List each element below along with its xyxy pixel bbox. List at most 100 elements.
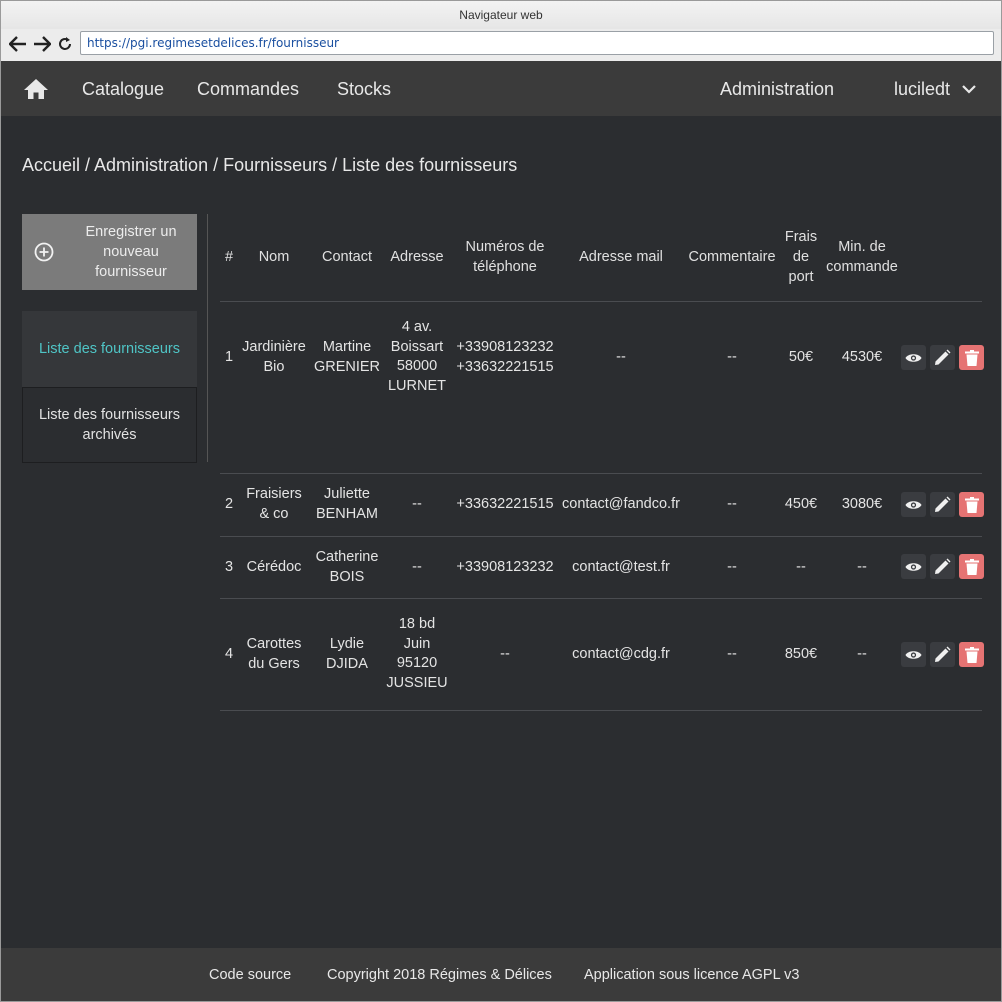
cell-mail: contact@test.fr [572, 559, 670, 575]
cell-telephone: -- [500, 646, 510, 662]
edit-button[interactable] [930, 492, 955, 517]
cell-commentaire: -- [727, 559, 737, 575]
chevron-down-icon [962, 85, 976, 94]
cell-mail: -- [616, 349, 626, 365]
header-adresse: Adresse [390, 249, 444, 265]
view-button[interactable] [901, 345, 926, 370]
footer-source-link[interactable]: Code source [209, 948, 291, 1002]
cell-mail: contact@cdg.fr [572, 646, 670, 662]
cell-nom: Cérédoc [246, 559, 302, 575]
pencil-icon [935, 558, 951, 574]
pencil-icon [935, 349, 951, 365]
cell-min: 3080€ [841, 496, 883, 512]
address-bar-row: https://pgi.regimesetdelices.fr/fourniss… [1, 29, 1001, 61]
header-commentaire: Commentaire [688, 249, 776, 265]
footer: Code source Copyright 2018 Régimes & Dél… [1, 948, 1001, 1001]
cell-adresse: 18 bd Juin 95120 JUSSIEU [386, 616, 448, 691]
nav-stocks[interactable]: Stocks [337, 61, 391, 116]
back-arrow-icon[interactable] [7, 33, 29, 55]
eye-icon [905, 562, 922, 571]
edit-button[interactable] [930, 642, 955, 667]
cell-min: -- [857, 559, 867, 575]
header-telephone: Numéros de téléphone [465, 239, 545, 275]
cell-contact: Martine GRENIER [313, 339, 381, 375]
add-supplier-label: Enregistrer un nouveau fournisseur [85, 224, 177, 280]
table-row: 4 Carottes du Gers Lydie DJIDA 18 bd Jui… [220, 599, 984, 710]
cell-nom: Jardinière Bio [242, 339, 306, 375]
cell-frais: 50€ [788, 349, 814, 365]
cell-contact: Catherine BOIS [315, 549, 379, 585]
trash-icon [964, 558, 979, 575]
plus-circle-icon [34, 242, 54, 262]
view-button[interactable] [901, 642, 926, 667]
table-row: 3 Cérédoc Catherine BOIS -- +33908123232… [220, 537, 984, 598]
table-row: 1 Jardinière Bio Martine GRENIER 4 av. B… [220, 302, 984, 413]
trash-icon [964, 349, 979, 366]
cell-commentaire: -- [727, 646, 737, 662]
url-input[interactable]: https://pgi.regimesetdelices.fr/fourniss… [80, 31, 994, 55]
user-menu[interactable]: luciledt [894, 61, 976, 116]
footer-license-link[interactable]: Application sous licence AGPL v3 [584, 948, 799, 1002]
table-header-row: # Nom Contact Adresse Numéros de télépho… [220, 229, 982, 302]
header-nom: Nom [258, 249, 290, 265]
cell-telephone: +33908123232 [456, 559, 554, 575]
window-title: Navigateur web [1, 1, 1001, 29]
browser-window: Navigateur web https://pgi.regimesetdeli… [0, 0, 1002, 1002]
header-contact: Contact [322, 249, 372, 265]
delete-button[interactable] [959, 554, 984, 579]
cell-adresse: -- [412, 496, 422, 512]
add-supplier-button[interactable]: Enregistrer un nouveau fournisseur [22, 214, 197, 290]
footer-copyright: Copyright 2018 Régimes & Délices [327, 967, 552, 983]
cell-contact: Juliette BENHAM [315, 486, 379, 522]
sidebar-item-suppliers[interactable]: Liste des fournisseurs [22, 311, 197, 387]
pencil-icon [935, 646, 951, 662]
cell-nom: Carottes du Gers [246, 636, 302, 672]
cell-adresse: 4 av. Boissart 58000 LURNET [387, 319, 446, 394]
cell-mail: contact@fandco.fr [562, 496, 680, 512]
user-name: luciledt [894, 79, 951, 99]
cell-num: 4 [224, 646, 234, 662]
reload-icon[interactable] [54, 33, 76, 55]
cell-telephone: +33632221515 [456, 496, 554, 512]
app-page: Catalogue Commandes Stocks Administratio… [1, 61, 1001, 1001]
delete-button[interactable] [959, 345, 984, 370]
forward-arrow-icon[interactable] [31, 33, 53, 55]
pencil-icon [935, 496, 951, 512]
cell-frais: -- [796, 559, 806, 575]
cell-frais: 450€ [784, 496, 818, 512]
nav-commandes[interactable]: Commandes [197, 61, 299, 116]
delete-button[interactable] [959, 492, 984, 517]
cell-min: 4530€ [841, 349, 883, 365]
table-row: 2 Fraisiers & co Juliette BENHAM -- +336… [220, 474, 984, 536]
delete-button[interactable] [959, 642, 984, 667]
header-num: # [224, 249, 234, 265]
top-navigation: Catalogue Commandes Stocks Administratio… [1, 61, 1001, 116]
header-min: Min. de commande [826, 239, 898, 275]
eye-icon [905, 500, 922, 509]
cell-commentaire: -- [727, 349, 737, 365]
cell-num: 2 [224, 496, 234, 512]
divider [220, 710, 982, 711]
nav-administration[interactable]: Administration [720, 61, 834, 116]
cell-nom: Fraisiers & co [246, 486, 302, 522]
breadcrumb: Accueil / Administration / Fournisseurs … [22, 155, 518, 175]
cell-frais: 850€ [784, 646, 818, 662]
cell-num: 3 [224, 559, 234, 575]
edit-button[interactable] [930, 554, 955, 579]
cell-adresse: -- [412, 559, 422, 575]
cell-min: -- [857, 646, 867, 662]
view-button[interactable] [901, 492, 926, 517]
header-mail: Adresse mail [579, 249, 663, 265]
eye-icon [905, 353, 922, 362]
cell-contact: Lydie DJIDA [326, 636, 368, 672]
sidebar-divider [207, 214, 208, 462]
cell-telephone: +33908123232 +33632221515 [456, 339, 554, 375]
nav-catalogue[interactable]: Catalogue [82, 61, 164, 116]
cell-commentaire: -- [727, 496, 737, 512]
eye-icon [905, 650, 922, 659]
edit-button[interactable] [930, 345, 955, 370]
sidebar-item-archived-suppliers[interactable]: Liste des fournisseurs archivés [22, 387, 197, 463]
view-button[interactable] [901, 554, 926, 579]
trash-icon [964, 496, 979, 513]
home-icon[interactable] [23, 77, 51, 103]
